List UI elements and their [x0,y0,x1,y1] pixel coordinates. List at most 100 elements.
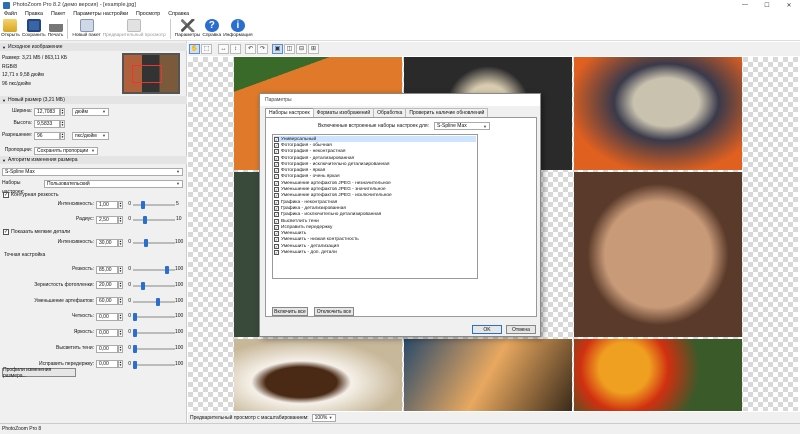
menu-view[interactable]: Просмотр [132,11,164,17]
preset-checkbox[interactable]: ✓ [274,168,279,174]
preset-checkbox[interactable]: ✓ [274,218,279,224]
preset-checkbox[interactable]: ✓ [274,142,279,148]
tab-presets[interactable]: Наборы настроек [265,108,314,117]
preview-split-button[interactable]: Предварительный просмотр [102,18,167,41]
help-button[interactable]: ? Справка [201,18,222,41]
tuning-spinner[interactable]: ▲ ▼ [118,265,123,274]
tuning-slider[interactable] [133,266,175,274]
crop-tool-button[interactable]: ⬚ [201,44,212,54]
save-button[interactable]: Сохранить [21,18,47,41]
radius-spinner[interactable]: ▲ ▼ [118,215,123,224]
height-spinner[interactable]: ▲ ▼ [60,119,65,128]
rotate-left-button[interactable]: ↶ [245,44,256,54]
maximize-button[interactable]: ☐ [756,2,778,9]
preset-checkbox[interactable]: ✓ [274,224,279,230]
tuning-spinner[interactable]: ▲ ▼ [118,281,123,290]
method-select[interactable]: S-Spline Max ▼ [2,167,183,176]
tuning-spinner[interactable]: ▲ ▼ [118,312,123,321]
source-thumbnail[interactable] [122,53,180,94]
tab-processing[interactable]: Обработка [373,108,407,117]
preset-checkbox[interactable]: ✓ [274,180,279,186]
menu-file[interactable]: Файл [0,11,21,17]
tuning-value-field[interactable]: 0,00 [96,328,118,337]
tuning-slider[interactable] [133,329,175,338]
details-intensity-spinner[interactable]: ▲ ▼ [118,238,123,247]
menu-help[interactable]: Справка [164,11,193,17]
open-button[interactable]: Открыть [0,18,21,41]
algorithm-section-header[interactable]: ▼ Алгоритм изменения размера [0,156,187,164]
height-field[interactable]: 9,5833 [34,119,60,128]
intensity-spinner[interactable]: ▲ ▼ [118,200,123,209]
preset-select[interactable]: Пользовательский ▼ [44,179,183,188]
proportions-select[interactable]: Сохранять пропорции ▼ [34,146,98,155]
preset-list-item[interactable]: ✓ Уменьшить - доп. детали [274,249,476,255]
slider-thumb[interactable] [155,297,160,306]
tuning-value-field[interactable]: 0,00 [96,312,118,321]
preset-checkbox[interactable]: ✓ [274,161,279,167]
zoom-select[interactable]: 100% ▼ [311,413,336,422]
slider-thumb[interactable] [140,201,145,209]
width-field[interactable]: 12,7083 [34,107,60,116]
tuning-value-field[interactable]: 85,00 [96,265,118,274]
preset-checkbox[interactable]: ✓ [274,199,279,205]
tab-check-updates[interactable]: Проверить наличие обновлений [405,108,489,117]
tuning-slider[interactable] [133,281,175,290]
preset-checkbox[interactable]: ✓ [274,187,279,193]
slider-thumb[interactable] [140,281,145,290]
ok-button[interactable]: OK [472,325,502,334]
presets-for-select[interactable]: S-Spline Max ▼ [434,122,490,130]
tuning-slider[interactable] [133,297,175,306]
hand-tool-button[interactable]: ✋ [189,44,200,54]
menu-batch[interactable]: Пакет [47,11,69,17]
tuning-value-field[interactable]: 0,00 [96,344,118,353]
radius-field[interactable]: 2,50 [96,215,118,224]
width-spinner[interactable]: ▲ ▼ [60,107,65,116]
menu-settings[interactable]: Параметры настройки [69,11,132,17]
slider-thumb[interactable] [133,345,137,353]
preset-checkbox[interactable]: ✓ [274,149,279,155]
slider-thumb[interactable] [144,239,149,247]
minimize-button[interactable]: — [734,2,756,9]
tuning-spinner[interactable]: ▲ ▼ [118,297,123,306]
width-unit-select[interactable]: дюйм ▼ [72,107,109,116]
source-section-header[interactable]: ▼ Исходное изображение [0,43,187,51]
fit-width-button[interactable]: ↔ [218,44,229,54]
settings-button[interactable]: Параметры [174,18,202,41]
preset-checkbox[interactable]: ✓ [274,193,279,199]
slider-thumb[interactable] [142,216,147,224]
cancel-button[interactable]: Отмена [506,325,536,334]
resolution-field[interactable]: 96 [34,131,60,140]
preset-checkbox[interactable]: ✓ [274,212,279,218]
enable-all-button[interactable]: Включить все [272,307,308,316]
tuning-value-field[interactable]: 20,00 [96,281,118,290]
menu-edit[interactable]: Правка [21,11,47,17]
preset-checkbox[interactable]: ✓ [274,243,279,249]
intensity-field[interactable]: 1,00 [96,200,118,209]
info-button[interactable]: i Информация [222,18,253,41]
details-intensity-slider[interactable] [133,239,175,247]
split-quad-button[interactable]: ⊞ [308,44,319,54]
single-view-button[interactable]: ▣ [272,44,283,54]
tuning-value-field[interactable]: 0,00 [96,360,118,369]
tuning-slider[interactable] [133,360,175,369]
print-button[interactable]: Печать [47,18,65,41]
intensity-slider[interactable] [133,201,175,209]
new-batch-button[interactable]: Новый пакет [71,18,101,41]
tuning-slider[interactable] [133,345,175,353]
split-vertical-button[interactable]: ◫ [284,44,295,54]
slider-thumb[interactable] [165,266,170,274]
resize-profiles-button[interactable]: Профили изменения размера... [2,367,76,379]
details-intensity-field[interactable]: 30,00 [96,238,118,247]
resolution-unit-select[interactable]: пкс/дюйм ▼ [72,131,109,140]
slider-thumb[interactable] [133,360,137,369]
fit-height-button[interactable]: ↕ [230,44,241,54]
slider-thumb[interactable] [133,329,137,338]
close-button[interactable]: ✕ [778,2,800,9]
preset-checkbox[interactable]: ✓ [274,155,279,161]
split-horizontal-button[interactable]: ⊟ [296,44,307,54]
tab-image-formats[interactable]: Форматы изображений [312,108,375,117]
tuning-slider[interactable] [133,313,175,322]
tuning-spinner[interactable]: ▲ ▼ [118,344,123,353]
preset-checkbox[interactable]: ✓ [274,249,279,255]
preset-checkbox[interactable]: ✓ [274,174,279,180]
